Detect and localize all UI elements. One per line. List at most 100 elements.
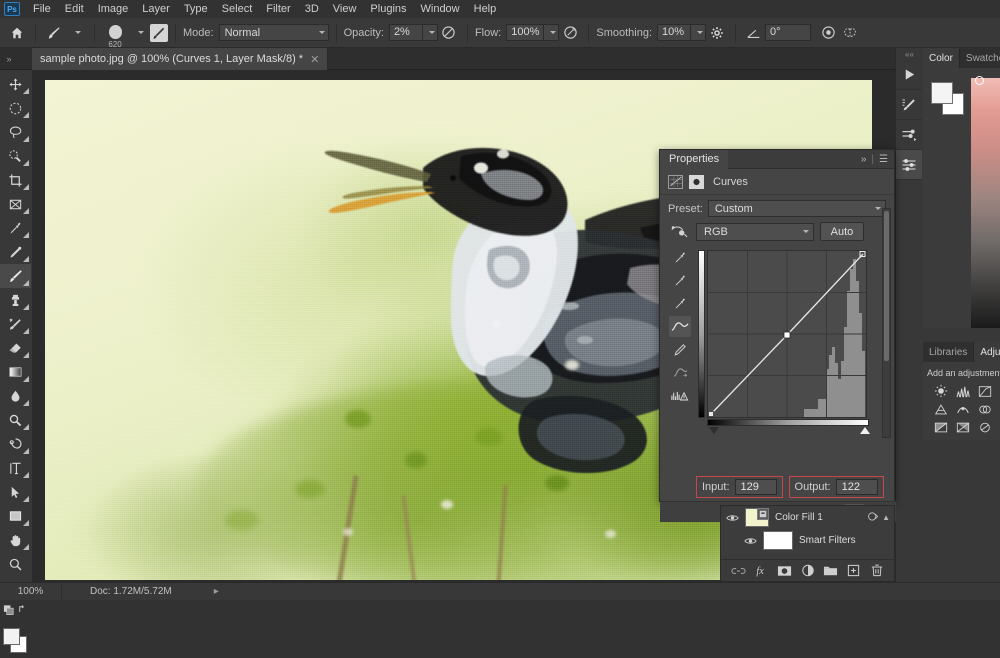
quick-selection-tool[interactable] — [0, 144, 31, 168]
zoom-level[interactable]: 100% — [0, 583, 62, 600]
flow-dropdown[interactable] — [544, 24, 560, 41]
exposure-icon[interactable] — [933, 402, 949, 416]
pen-tool[interactable] — [0, 432, 31, 456]
smoothing-input[interactable]: 10% — [657, 24, 692, 41]
channel-select[interactable]: RGB — [696, 222, 814, 241]
foreground-background-swatches[interactable] — [0, 624, 31, 658]
zoom-tool[interactable] — [0, 552, 31, 576]
gray-point-eyedropper-icon[interactable] — [669, 270, 691, 291]
pressure-size-icon[interactable] — [817, 22, 839, 44]
tab-libraries[interactable]: Libraries — [923, 342, 975, 362]
symmetry-butterfly-icon[interactable] — [839, 22, 861, 44]
curves-icon[interactable] — [977, 384, 993, 398]
opacity-dropdown[interactable] — [422, 24, 438, 41]
menu-3d[interactable]: 3D — [298, 0, 326, 18]
menu-plugins[interactable]: Plugins — [363, 0, 413, 18]
menu-edit[interactable]: Edit — [58, 0, 91, 18]
move-tool[interactable] — [0, 72, 31, 96]
preset-select[interactable]: Custom — [707, 200, 886, 217]
panel-menu-icon[interactable]: ☰ — [879, 154, 888, 165]
vibrance-icon[interactable] — [955, 402, 971, 416]
black-white-icon[interactable] — [955, 420, 971, 434]
on-image-adjustment-icon[interactable] — [668, 223, 690, 241]
adjustments-sliders-icon[interactable] — [896, 150, 922, 180]
home-icon[interactable] — [6, 22, 28, 44]
menu-image[interactable]: Image — [91, 0, 136, 18]
blur-tool[interactable] — [0, 384, 31, 408]
highlight-input-slider[interactable] — [860, 427, 870, 434]
brush-preset-preview[interactable]: 620 — [102, 20, 128, 49]
type-tool[interactable] — [0, 456, 31, 480]
curve-grid[interactable] — [707, 250, 867, 418]
lasso-tool[interactable] — [0, 120, 31, 144]
curve-point-tool-icon[interactable] — [669, 316, 691, 337]
color-balance-icon[interactable] — [933, 420, 949, 434]
history-brush-tool[interactable] — [0, 312, 31, 336]
collapse-panels-icon[interactable]: «« — [896, 48, 923, 60]
tab-properties[interactable]: Properties — [660, 149, 729, 169]
toggle-layer-visibility-icon[interactable] — [726, 511, 739, 524]
chevron-up-icon[interactable]: ▲ — [882, 513, 890, 522]
brightness-contrast-icon[interactable] — [933, 384, 949, 398]
foreground-color-swatch[interactable] — [3, 628, 20, 645]
new-adjustment-layer-icon[interactable] — [800, 563, 816, 579]
brush-preset-dropdown[interactable] — [128, 22, 150, 44]
smooth-curve-icon[interactable] — [669, 362, 691, 383]
pressure-opacity-icon[interactable] — [438, 22, 460, 44]
menu-window[interactable]: Window — [414, 0, 467, 18]
add-layer-mask-icon[interactable] — [777, 563, 793, 579]
layer-thumbnail[interactable] — [745, 508, 769, 527]
brush-presets-icon[interactable] — [896, 120, 922, 150]
tab-color[interactable]: Color — [923, 48, 960, 68]
menu-help[interactable]: Help — [467, 0, 504, 18]
flow-input[interactable]: 100% — [506, 24, 545, 41]
hand-tool[interactable] — [0, 528, 31, 552]
tab-swatches[interactable]: Swatches — [959, 48, 1000, 68]
brush-tool-dropdown[interactable] — [65, 22, 87, 44]
marquee-tool[interactable] — [0, 96, 31, 120]
gradient-tool[interactable] — [0, 360, 31, 384]
menu-file[interactable]: File — [26, 0, 58, 18]
layer-mask-icon[interactable] — [689, 174, 704, 189]
document-tab[interactable]: sample photo.jpg @ 100% (Curves 1, Layer… — [32, 48, 329, 70]
shadow-input-slider[interactable] — [709, 427, 719, 434]
input-value-field[interactable]: 129 — [734, 479, 777, 495]
double-chevron-right-icon[interactable]: » — [861, 154, 867, 165]
photo-filter-icon[interactable] — [977, 420, 993, 434]
chevron-right-icon[interactable]: ▸ — [214, 586, 219, 597]
table-row[interactable]: Smart Filters — [721, 529, 894, 552]
white-point-eyedropper-icon[interactable] — [669, 293, 691, 314]
crop-tool[interactable] — [0, 168, 31, 192]
table-row[interactable]: Color Fill 1 ▲ — [721, 506, 894, 529]
color-ramp[interactable] — [971, 78, 1000, 328]
new-layer-icon[interactable] — [846, 563, 862, 579]
path-selection-tool[interactable] — [0, 480, 31, 504]
menu-view[interactable]: View — [326, 0, 364, 18]
auto-button[interactable]: Auto — [820, 222, 864, 241]
menu-type[interactable]: Type — [177, 0, 215, 18]
hue-saturation-icon[interactable] — [977, 402, 993, 416]
airbrush-icon[interactable] — [559, 22, 581, 44]
brush-settings-icon[interactable] — [896, 90, 922, 120]
expand-arrows-icon[interactable]: » — [2, 51, 16, 67]
tab-adjustments[interactable]: Adjustments — [974, 342, 1000, 362]
smoothing-dropdown[interactable] — [691, 24, 707, 41]
layer-style-icon[interactable]: fx — [754, 563, 770, 579]
swap-colors-icon[interactable] — [0, 600, 31, 620]
properties-scrollbar[interactable] — [882, 208, 891, 438]
link-layers-icon[interactable] — [731, 563, 747, 579]
foreground-color-swatch[interactable] — [931, 82, 953, 104]
frame-tool[interactable] — [0, 192, 31, 216]
eyedropper-tool[interactable] — [0, 216, 31, 240]
play-actions-icon[interactable] — [896, 60, 922, 90]
brush-preset-picker-icon[interactable] — [150, 23, 168, 42]
eraser-tool[interactable] — [0, 336, 31, 360]
healing-brush-tool[interactable] — [0, 240, 31, 264]
gear-icon[interactable] — [706, 22, 728, 44]
color-panel-swatches[interactable] — [929, 80, 969, 116]
blend-mode-select[interactable]: Normal — [218, 24, 329, 41]
layer-thumbnail[interactable] — [763, 531, 793, 550]
brush-tool[interactable] — [0, 264, 31, 288]
levels-icon[interactable] — [955, 384, 971, 398]
black-point-eyedropper-icon[interactable] — [669, 247, 691, 268]
